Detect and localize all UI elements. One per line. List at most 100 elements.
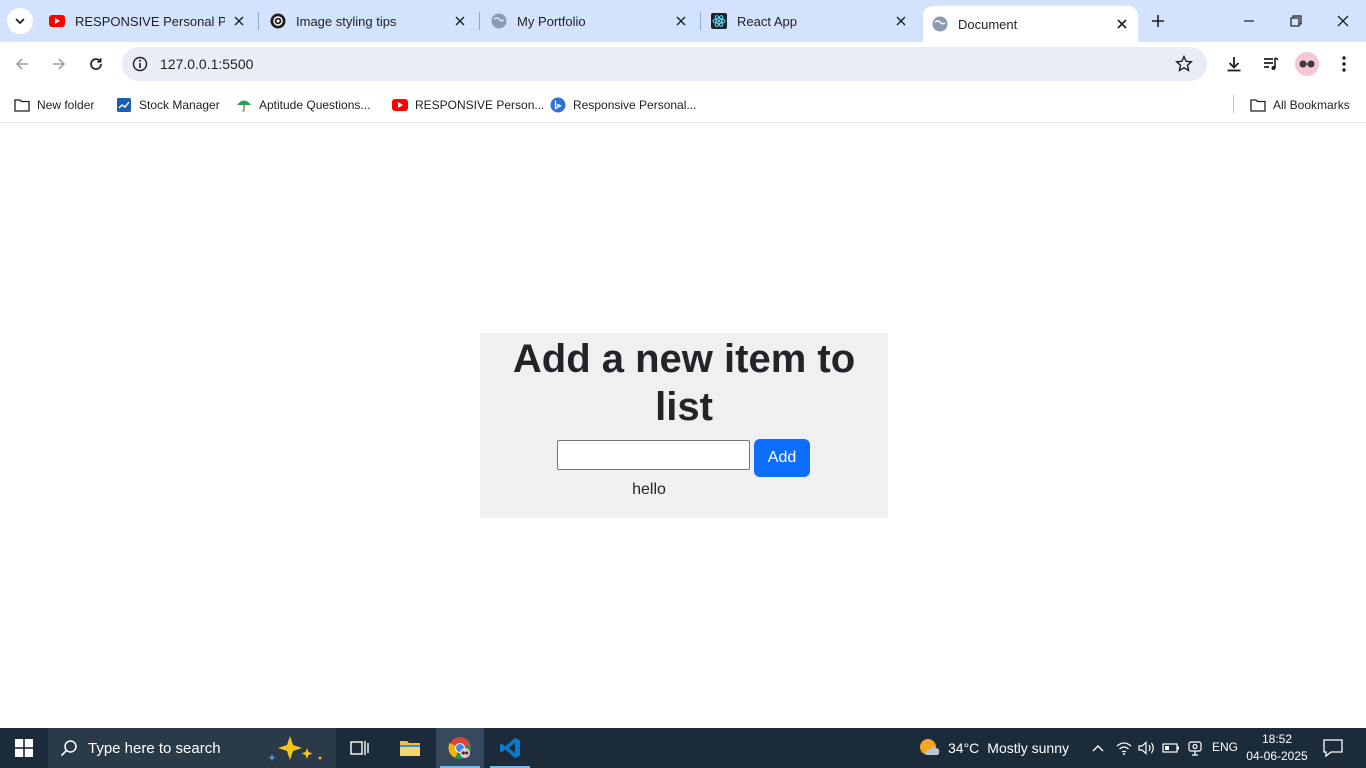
umbrella-icon (236, 97, 252, 113)
vscode-taskbar-button[interactable] (486, 728, 534, 768)
bookmarks-bar: New folder Stock Manager Aptitude Questi… (0, 87, 1366, 123)
task-view-icon (350, 741, 369, 755)
browser-toolbar: 127.0.0.1:5500 (0, 42, 1366, 87)
all-bookmarks-label: All Bookmarks (1273, 98, 1350, 112)
browser-menu-button[interactable] (1332, 52, 1356, 76)
tab-title: Document (958, 16, 1018, 32)
close-icon[interactable] (673, 13, 689, 29)
reload-icon (90, 58, 102, 70)
show-hidden-icons-button[interactable] (1088, 738, 1108, 758)
tab-separator (479, 12, 480, 30)
weather-widget[interactable]: 34°C Mostly sunny (918, 737, 1069, 759)
tab-5-active[interactable]: Document (923, 6, 1138, 42)
list-item: hello (632, 481, 666, 498)
tab-separator (258, 12, 259, 30)
taskbar-search-box[interactable]: Type here to search (48, 728, 336, 768)
download-icon (1227, 57, 1241, 72)
address-bar[interactable]: 127.0.0.1:5500 (122, 47, 1207, 81)
network-button[interactable] (1114, 738, 1134, 758)
close-icon[interactable] (231, 13, 247, 29)
speaker-icon (1138, 741, 1154, 755)
minimize-button[interactable] (1236, 8, 1262, 34)
folder-icon (1250, 97, 1266, 113)
reload-button[interactable] (82, 50, 110, 78)
tab-4[interactable]: React App (702, 7, 917, 35)
site-info-icon[interactable] (132, 56, 148, 72)
back-button[interactable] (8, 50, 36, 78)
react-icon (711, 13, 727, 29)
close-icon[interactable] (1114, 16, 1130, 32)
tab-3[interactable]: My Portfolio (482, 7, 697, 35)
bookmark-label: RESPONSIVE Person... (415, 98, 545, 112)
vscode-icon (500, 738, 520, 758)
tab-2[interactable]: Image styling tips (261, 7, 476, 35)
new-item-input[interactable] (557, 440, 750, 470)
new-tab-button[interactable] (1146, 9, 1170, 33)
close-window-button[interactable] (1330, 8, 1356, 34)
clock[interactable]: 18:52 04-06-2025 (1244, 731, 1310, 765)
battery-button[interactable] (1161, 738, 1181, 758)
all-bookmarks-button[interactable]: All Bookmarks (1250, 95, 1350, 115)
bookmark-star-icon[interactable] (1175, 55, 1193, 73)
profile-avatar[interactable] (1295, 52, 1319, 76)
bookmark-label: Responsive Personal... (573, 98, 697, 112)
battery-icon (1162, 743, 1179, 753)
tab-search-button[interactable] (7, 8, 33, 34)
bookmark-aptitude[interactable]: Aptitude Questions... (236, 95, 370, 115)
task-view-button[interactable] (336, 728, 384, 768)
windows-icon (15, 739, 33, 757)
globe-icon (491, 13, 507, 29)
bookmark-responsive-youtube[interactable]: RESPONSIVE Person... (392, 95, 544, 115)
bing-icon (550, 97, 566, 113)
bookmark-label: Stock Manager (139, 98, 220, 112)
chevron-down-icon (15, 18, 25, 25)
chevron-up-icon (1092, 745, 1104, 752)
partly-sunny-icon (920, 739, 940, 755)
file-explorer-button[interactable] (386, 728, 434, 768)
add-item-card: Add a new item to list Add hello (480, 333, 888, 518)
bookmark-label: New folder (37, 98, 95, 112)
chrome-taskbar-button[interactable] (436, 728, 484, 768)
taskbar: Type here to search 34°C Mostly sunny EN… (0, 728, 1366, 768)
globe-icon (932, 16, 948, 32)
bookmark-new-folder[interactable]: New folder (14, 95, 94, 115)
bookmarks-separator (1233, 95, 1234, 113)
clock-date: 04-06-2025 (1246, 749, 1308, 763)
search-icon (60, 740, 77, 757)
music-queue-icon (1264, 57, 1279, 70)
avatar-icon (1299, 60, 1315, 68)
folder-icon (14, 97, 30, 113)
notification-center-icon[interactable] (1322, 738, 1344, 758)
tab-1[interactable]: RESPONSIVE Personal PORT (40, 7, 255, 35)
tab-title: React App (737, 13, 797, 29)
tab-separator (700, 12, 701, 30)
url-text[interactable]: 127.0.0.1:5500 (160, 56, 253, 72)
start-button[interactable] (0, 728, 48, 768)
close-icon[interactable] (452, 13, 468, 29)
page-viewport: Add a new item to list Add hello (0, 123, 1366, 728)
arrow-left-icon (15, 58, 28, 70)
chrome-icon (448, 737, 471, 759)
close-icon[interactable] (893, 13, 909, 29)
youtube-icon (49, 13, 65, 29)
restore-button[interactable] (1283, 8, 1309, 34)
bookmark-responsive-bing[interactable]: Responsive Personal... (550, 95, 696, 115)
folder-icon (400, 741, 420, 756)
arrow-right-icon (53, 58, 66, 70)
forward-button[interactable] (45, 50, 73, 78)
media-control-button[interactable] (1259, 52, 1283, 76)
clock-time: 18:52 (1261, 732, 1293, 746)
downloads-button[interactable] (1222, 52, 1246, 76)
add-button[interactable]: Add (754, 439, 810, 477)
camera-privacy-button[interactable] (1185, 738, 1205, 758)
weather-temp: 34°C (948, 740, 980, 756)
tab-title: My Portfolio (517, 13, 586, 29)
language-indicator[interactable]: ENG (1212, 740, 1238, 754)
screen: RESPONSIVE Personal PORT Image styling t… (0, 0, 1366, 768)
bookmark-stock-manager[interactable]: Stock Manager (116, 95, 220, 115)
tab-title: Image styling tips (296, 13, 397, 29)
volume-button[interactable] (1137, 738, 1157, 758)
copilot-sparkle-icon[interactable] (266, 734, 326, 762)
more-vert-icon (1342, 56, 1346, 72)
bookmark-label: Aptitude Questions... (259, 98, 371, 112)
